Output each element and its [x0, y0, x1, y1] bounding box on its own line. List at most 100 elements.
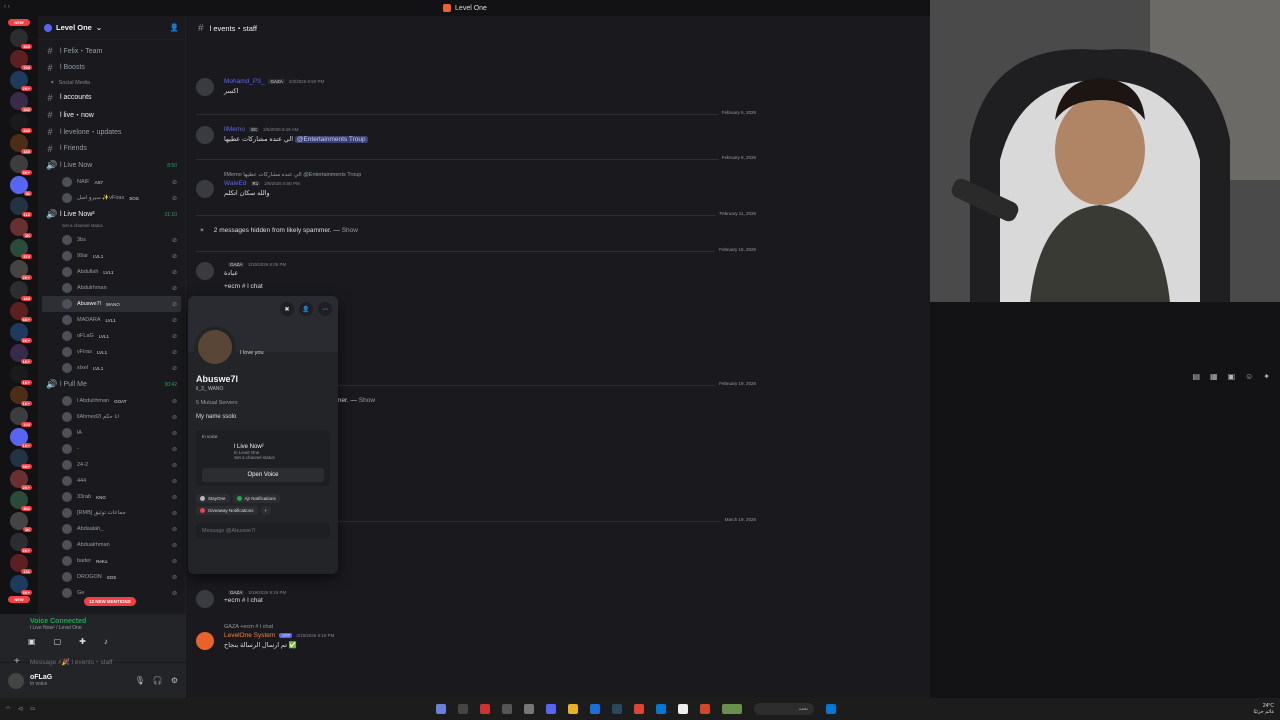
voice-user[interactable]: Abdualrhman ⊘ — [42, 537, 181, 553]
apps-icon[interactable]: ✦ — [1263, 372, 1270, 381]
app-icon[interactable] — [502, 704, 512, 714]
voice-user[interactable]: NAIF AS7 ⊘ — [42, 174, 181, 190]
voice-channel-live-now-2[interactable]: 🔊 l Live Now² 31:10 — [42, 206, 181, 223]
open-voice-button[interactable]: Open Voice — [202, 468, 324, 482]
gear-icon[interactable]: ⚙ — [171, 676, 178, 685]
avatar[interactable] — [62, 444, 72, 454]
avatar[interactable] — [196, 632, 214, 650]
avatar[interactable] — [62, 283, 72, 293]
avatar[interactable] — [196, 262, 214, 280]
speaker-icon[interactable]: ◁ — [18, 706, 22, 712]
search-box[interactable]: بحث — [754, 703, 814, 715]
avatar[interactable] — [62, 315, 72, 325]
channel-status[interactable]: Set a channel status — [42, 223, 181, 232]
server-icon[interactable]: 2K+ — [10, 323, 32, 343]
close-icon[interactable]: × — [200, 227, 204, 234]
voice-connected-subtitle[interactable]: l Live Now² / Level One — [30, 625, 176, 631]
voice-channel-pull-me[interactable]: 🔊 l Pull Me 30:42 — [42, 376, 181, 393]
guild-header[interactable]: Level One ⌄ 👤 — [38, 16, 185, 40]
avatar[interactable] — [62, 556, 72, 566]
show-link[interactable]: Show — [342, 227, 358, 234]
voice-connected-title[interactable]: Voice Connected — [30, 618, 176, 625]
discord-icon[interactable] — [546, 704, 556, 714]
composer-placeholder[interactable]: Message #🎉 l events・staff — [30, 656, 113, 666]
wifi-icon[interactable]: ◠ — [6, 706, 10, 712]
message[interactable]: Mohamd_P3_ GAZA 2/3/2026 8:50 PM اكسر — [196, 78, 756, 96]
microphone-icon[interactable]: 🎙 — [135, 676, 145, 685]
voice-user[interactable]: [RMB] جماعات توثيق ⊘ — [42, 505, 181, 521]
avatar[interactable] — [62, 331, 72, 341]
avatar[interactable] — [62, 235, 72, 245]
voice-user[interactable]: llAhmed2l انا حكم ⊘ — [42, 409, 181, 425]
voice-user[interactable]: - ⊘ — [42, 441, 181, 457]
avatar[interactable] — [62, 251, 72, 261]
avatar[interactable] — [62, 492, 72, 502]
category-social-media[interactable]: ✦ Social Media — [42, 76, 181, 89]
server-icon[interactable]: 163 — [10, 281, 32, 301]
channel-levelone-updates[interactable]: # l levelone・updates — [42, 123, 181, 140]
message-author[interactable]: Mohamd_P3_ — [224, 78, 264, 85]
screen-share-icon[interactable]: ▢ — [54, 637, 62, 646]
more-icon[interactable]: ⋯ — [318, 302, 332, 316]
chrome-icon[interactable] — [634, 704, 644, 714]
message[interactable]: GAZA 3/19/2026 9:19 PM +ecm # l chat — [196, 590, 756, 608]
server-icon[interactable]: 104 — [10, 407, 32, 427]
message-author[interactable]: WaleEd — [224, 180, 247, 187]
app-icon[interactable] — [590, 704, 600, 714]
emoji-icon[interactable]: ☺ — [1245, 372, 1253, 381]
start-icon[interactable] — [436, 704, 446, 714]
server-icon[interactable]: 3K+ — [10, 449, 32, 469]
server-icon[interactable]: 112 — [10, 197, 32, 217]
avatar[interactable] — [62, 299, 72, 309]
message-composer[interactable]: + Message #🎉 l events・staff — [10, 652, 1080, 670]
app-icon[interactable] — [480, 704, 490, 714]
server-icon[interactable]: 704 — [10, 50, 32, 70]
avatar[interactable] — [62, 177, 72, 187]
server-icon[interactable]: 91 — [10, 176, 32, 196]
avatar[interactable] — [62, 540, 72, 550]
server-icon[interactable]: 131 — [10, 554, 32, 574]
add-friend-icon[interactable]: 👤 — [299, 302, 313, 316]
avatar[interactable] — [62, 347, 72, 357]
channel-accounts[interactable]: # l accounts — [42, 89, 181, 106]
new-mentions-pill[interactable]: 12 NEW MENTIONS — [84, 597, 136, 606]
window-controls[interactable]: ‹ › — [4, 4, 10, 10]
system-tray[interactable]: 24°C غائم جزئيًا — [1253, 703, 1274, 715]
message-extra[interactable]: +ecm # l chat — [224, 283, 756, 290]
server-icon[interactable]: 1K+ — [10, 428, 32, 448]
new-pill[interactable]: NEW — [8, 19, 30, 26]
role-chip[interactable]: StayOne — [196, 494, 230, 503]
voice-user[interactable]: Abdaalah_ ⊘ — [42, 521, 181, 537]
server-icon[interactable]: 240 — [10, 113, 32, 133]
gif-icon[interactable]: ▦ — [1210, 372, 1218, 381]
steam-icon[interactable] — [612, 704, 622, 714]
server-icon[interactable]: 374 — [10, 239, 32, 259]
voice-user[interactable]: Abdulrhman ⊘ — [42, 280, 181, 296]
app-icon[interactable] — [524, 704, 534, 714]
add-member-icon[interactable]: 👤 — [170, 23, 179, 32]
voice-user[interactable]: DROGON SOS ⊘ — [42, 569, 181, 585]
show-link[interactable]: Show — [359, 397, 375, 404]
server-icon[interactable]: 160 — [10, 134, 32, 154]
nitro-icon[interactable]: ✖ — [280, 302, 294, 316]
avatar[interactable] — [62, 193, 72, 203]
voice-user[interactable]: MADARA LVL1 ⊘ — [42, 312, 181, 328]
avatar[interactable] — [62, 588, 72, 598]
windows-icon[interactable] — [826, 704, 836, 714]
role-chip[interactable]: Ajr Notifications — [232, 494, 280, 503]
dm-input[interactable]: Message @Abuswe7l — [196, 523, 330, 539]
avatar[interactable] — [62, 460, 72, 470]
server-icon[interactable]: 3K+ — [10, 155, 32, 175]
voice-user[interactable]: 33rab KNG ⊘ — [42, 489, 181, 505]
avatar[interactable] — [196, 590, 214, 608]
avatar[interactable] — [8, 672, 24, 689]
message-author[interactable]: llMemo — [224, 126, 245, 133]
avatar[interactable] — [62, 524, 72, 534]
profile-handle[interactable]: il_3_ — [196, 386, 207, 392]
voice-user[interactable]: 24-2 ⊘ — [42, 457, 181, 473]
reply-preview[interactable]: GAZA +ecm # l chat — [224, 624, 756, 630]
voice-channel-live-now[interactable]: 🔊 l Live Now 8:50 — [42, 157, 181, 174]
battery-icon[interactable]: ▭ — [30, 706, 35, 712]
server-icon[interactable]: 303 — [10, 29, 32, 49]
user-name[interactable]: oFLaG — [30, 674, 52, 681]
